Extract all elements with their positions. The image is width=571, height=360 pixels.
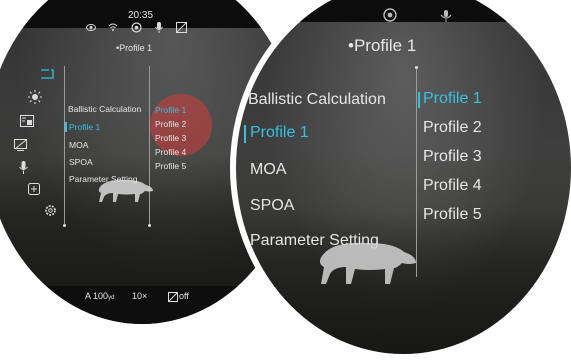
microphone-status-icon [155, 22, 163, 33]
submenu-item[interactable]: Profile 3 [423, 148, 482, 166]
menu-divider-left [64, 66, 65, 226]
submenu-item[interactable]: Profile 5 [423, 206, 482, 224]
selection-indicator [65, 122, 67, 132]
menu-item[interactable]: Ballistic Calculation [248, 91, 386, 109]
submenu-item[interactable]: Profile 4 [155, 147, 186, 157]
submenu-selection-indicator [418, 92, 420, 108]
picture-in-picture-icon[interactable] [20, 115, 34, 127]
distance-readout: A 100yd [85, 291, 114, 301]
add-icon[interactable] [28, 183, 40, 195]
distance-prefix: A [85, 291, 91, 301]
header-title-text: Profile 1 [119, 43, 153, 53]
submenu-item[interactable]: Profile 3 [155, 133, 186, 143]
menu-item[interactable]: MOA [250, 161, 286, 179]
microphone-status-icon [440, 10, 452, 22]
boar-image [98, 179, 153, 202]
submenu-item-selected[interactable]: Profile 1 [155, 105, 186, 115]
profile-icon[interactable] [40, 67, 54, 79]
submenu-item[interactable]: Profile 4 [423, 177, 482, 195]
selection-indicator [244, 125, 246, 143]
divider-dot [415, 66, 418, 69]
menu-item[interactable]: MOA [69, 140, 88, 150]
distance-unit: yd [108, 295, 115, 301]
settings-icon[interactable] [44, 204, 57, 217]
distance-value: 100 [93, 291, 109, 301]
status-time: 20:35 [128, 10, 154, 21]
overlay-state: off [179, 291, 189, 301]
header-title-zoomed: •Profile 1 [348, 36, 417, 55]
zoom-readout: 10× [132, 291, 148, 301]
submenu-item[interactable]: Profile 2 [155, 119, 186, 129]
submenu-item[interactable]: Profile 5 [155, 161, 186, 171]
header-title-small: •Profile 1 [116, 43, 153, 53]
menu-item-selected[interactable]: Profile 1 [69, 122, 100, 132]
scope-view-zoomed: •Profile 1 Ballistic Calculation Profile… [236, 0, 571, 354]
menu-item[interactable]: SPOA [250, 197, 294, 215]
divider-dot [148, 224, 151, 227]
shutter-icon [383, 8, 397, 22]
boar-image [319, 242, 416, 284]
microphone-icon[interactable] [19, 161, 28, 174]
submenu-item-selected[interactable]: Profile 1 [423, 90, 482, 108]
brightness-icon[interactable] [28, 90, 42, 104]
menu-item[interactable]: Ballistic Calculation [68, 104, 141, 114]
display-status-icon [176, 22, 187, 33]
submenu-item[interactable]: Profile 2 [423, 119, 482, 137]
display-off-icon[interactable] [14, 139, 27, 151]
header-title-text: Profile 1 [353, 36, 417, 55]
divider-dot [63, 224, 66, 227]
shutter-icon [131, 22, 142, 33]
menu-item[interactable]: SPOA [69, 157, 93, 167]
wifi-icon [108, 23, 118, 31]
status-bar-zoomed [236, 0, 571, 22]
menu-item-selected[interactable]: Profile 1 [250, 124, 309, 142]
eye-icon [86, 24, 96, 31]
overlay-icon [168, 292, 178, 302]
